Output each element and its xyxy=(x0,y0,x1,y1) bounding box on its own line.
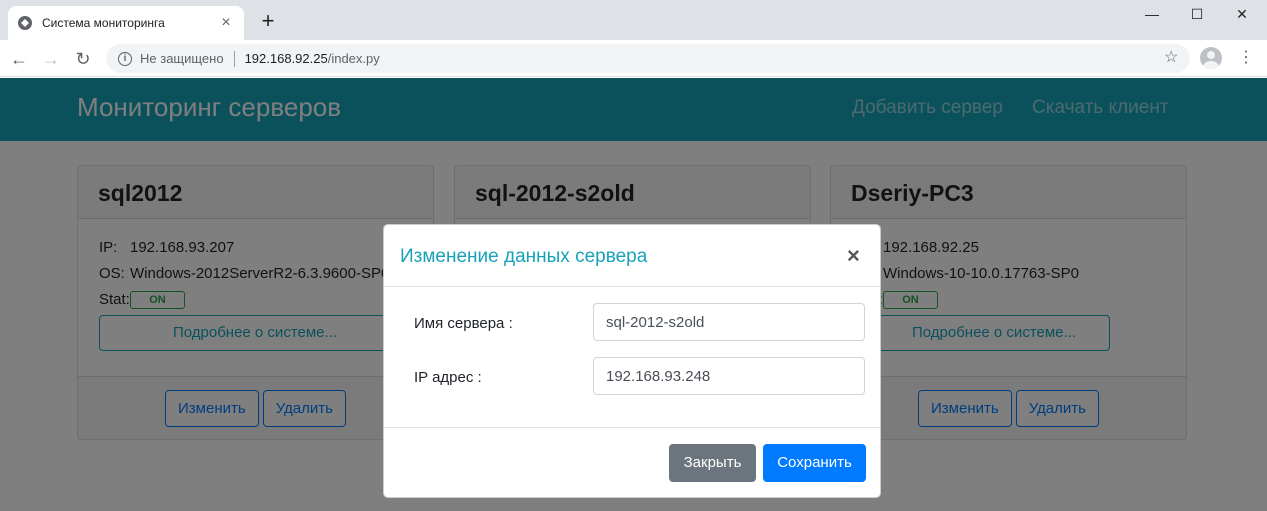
save-button[interactable]: Сохранить xyxy=(763,444,866,482)
close-button[interactable]: Закрыть xyxy=(669,444,756,482)
tab-close-icon[interactable]: × xyxy=(218,14,234,32)
globe-icon xyxy=(18,16,32,30)
window-close-icon[interactable]: ✕ xyxy=(1232,4,1252,24)
server-name-input[interactable] xyxy=(593,303,865,341)
url-host: 192.168.92.25 xyxy=(244,51,328,66)
reload-icon[interactable]: ↻ xyxy=(72,48,94,70)
maximize-icon[interactable]: ☐ xyxy=(1187,4,1207,24)
bookmark-star-icon[interactable]: ☆ xyxy=(1164,47,1178,67)
ip-address-input[interactable] xyxy=(593,357,865,395)
forward-icon[interactable]: → xyxy=(40,48,62,70)
browser-tab[interactable]: Система мониторинга × xyxy=(8,6,244,40)
new-tab-icon[interactable]: + xyxy=(258,10,278,32)
ip-address-label: IP адрес : xyxy=(414,369,482,386)
server-name-label: Имя сервера : xyxy=(414,315,513,332)
separator xyxy=(233,50,235,67)
kebab-menu-icon[interactable]: ⋮ xyxy=(1238,47,1254,67)
profile-avatar-icon[interactable] xyxy=(1200,47,1222,69)
tab-title: Система мониторинга xyxy=(42,16,165,30)
security-label: Не защищено xyxy=(140,51,224,66)
info-icon[interactable]: i xyxy=(118,51,132,66)
address-bar[interactable]: i Не защищено 192.168.92.25/index.py xyxy=(106,44,1190,73)
url-path: /index.py xyxy=(327,51,380,66)
tab-strip: Система мониторинга × + — ☐ ✕ xyxy=(0,0,1267,40)
close-icon[interactable]: × xyxy=(847,243,860,269)
back-icon[interactable]: ← xyxy=(8,48,30,70)
edit-server-modal: Изменение данных сервера × Имя сервера :… xyxy=(383,224,881,498)
browser-toolbar: ← → ↻ i Не защищено 192.168.92.25/index.… xyxy=(0,40,1267,77)
minimize-icon[interactable]: — xyxy=(1142,4,1162,24)
modal-title: Изменение данных сервера xyxy=(400,246,648,267)
